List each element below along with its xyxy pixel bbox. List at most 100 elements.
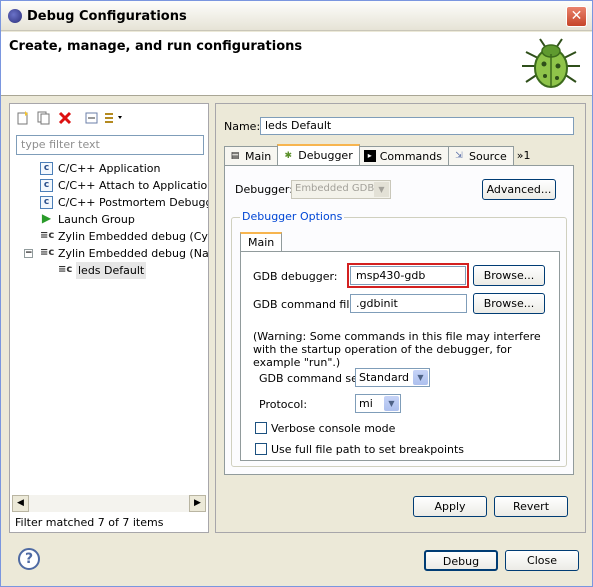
chevron-down-icon[interactable]: ▼ [384,396,399,411]
tab-overflow[interactable]: »1 [513,146,537,165]
commands-tab-icon: ▸ [363,150,376,162]
full-path-label: Use full file path to set breakpoints [271,443,465,456]
advanced-button[interactable]: Advanced... [482,179,556,200]
eclipse-icon [8,9,22,23]
delete-config-button[interactable] [56,109,74,127]
window-title: Debug Configurations [27,9,187,24]
verbose-label: Verbose console mode [271,422,396,435]
debug-configurations-window: Debug Configurations ✕ Create, manage, a… [0,0,593,587]
scroll-track[interactable] [29,495,189,512]
c-config-icon: c [40,196,53,209]
verbose-checkbox[interactable] [255,422,267,434]
delete-icon [58,111,72,125]
gdb-debugger-input[interactable]: msp430-gdb [347,263,469,288]
tab-overflow-label: »1 [516,149,531,162]
tab-label: Commands [379,149,442,163]
debugger-tab-content: Debugger: Embedded GDB ▼ Advanced... Deb… [224,165,574,475]
tree-item-c-postmortem[interactable]: c C/C++ Postmortem Debugger [10,194,208,211]
chevron-down-icon[interactable]: ▼ [413,370,428,385]
debug-button[interactable]: Debug [424,550,498,571]
tree-item-label: C/C++ Postmortem Debugger [58,196,208,209]
close-button[interactable]: Close [505,550,579,571]
launch-group-icon: ▶ [41,211,52,225]
tree-item-label: Launch Group [58,213,135,226]
gdb-command-file-label: GDB command file: [253,298,360,311]
tab-main[interactable]: ▤ Main [224,146,279,165]
protocol-label: Protocol: [259,398,308,411]
tab-inner-main[interactable]: Main [240,232,283,252]
filter-input[interactable]: type filter text [16,135,204,155]
revert-button[interactable]: Revert [494,496,568,517]
debugger-options-body: GDB debugger: msp430-gdb Browse... GDB c… [240,251,560,461]
zylin-icon: ≡c [58,264,73,275]
zylin-icon: ≡c [40,230,55,241]
name-label: Name: [224,120,261,133]
tree-item-c-application[interactable]: c C/C++ Application [10,160,208,177]
tree-item-launch-group[interactable]: ▶ Launch Group [10,211,208,228]
config-toolbar [14,108,122,128]
tab-debugger[interactable]: ✱ Debugger [277,144,360,165]
protocol-value: mi [359,397,373,410]
scroll-left-icon[interactable]: ◀ [12,495,29,512]
tab-label: Main [245,149,272,163]
main-tab-icon: ▤ [230,151,240,161]
scroll-right-icon[interactable]: ▶ [189,495,206,512]
debugger-label: Debugger: [235,183,293,196]
tree-item-label: leds Default [76,262,147,279]
tree-item-label: Zylin Embedded debug (Native) [58,247,208,260]
debugger-options-group: Debugger Options Main GDB debugger: msp4… [231,210,567,467]
configuration-editor-pane: Name: leds Default ▤ Main ✱ Debugger ▸ C… [215,103,586,533]
dialog-header: Create, manage, and run configurations [1,32,592,96]
zylin-icon: ≡c [40,247,55,258]
protocol-select[interactable]: mi ▼ [355,394,401,413]
close-window-button[interactable]: ✕ [566,6,587,27]
horizontal-scrollbar[interactable]: ◀ ▶ [12,495,206,512]
tree-item-zylin-cygwin[interactable]: ≡c Zylin Embedded debug (Cygwin) [10,228,208,245]
apply-button[interactable]: Apply [413,496,487,517]
browse-debugger-button[interactable]: Browse... [473,265,545,286]
help-icon[interactable]: ? [18,548,40,570]
tab-commands[interactable]: ▸ Commands [358,146,449,165]
tree-item-c-attach[interactable]: c C/C++ Attach to Application [10,177,208,194]
browse-command-file-button[interactable]: Browse... [473,293,545,314]
name-input[interactable]: leds Default [260,117,574,135]
c-config-icon: c [40,179,53,192]
configuration-list-pane: type filter text c C/C++ Application c C… [9,103,209,533]
debugger-select: Embedded GDB ▼ [291,180,391,199]
collapse-toggle-icon[interactable]: − [24,249,33,258]
debugger-select-value: Embedded GDB [295,183,375,194]
duplicate-config-button[interactable] [35,109,53,127]
command-set-label: GDB command set: [259,372,366,385]
c-config-icon: c [40,162,53,175]
duplicate-icon [37,111,50,125]
filter-icon [105,113,122,123]
new-config-button[interactable] [14,109,32,127]
filter-menu-button[interactable] [104,109,122,127]
command-set-value: Standard [359,371,410,384]
configuration-tree: c C/C++ Application c C/C++ Attach to Ap… [10,160,208,279]
full-path-checkbox[interactable] [255,443,267,455]
debugger-tab-icon: ✱ [284,150,293,161]
gdb-debugger-label: GDB debugger: [253,270,338,283]
tree-item-label: C/C++ Attach to Application [58,179,208,192]
gdb-command-file-input[interactable]: .gdbinit [350,294,467,313]
new-icon [17,111,28,125]
tree-item-label: Zylin Embedded debug (Cygwin) [58,230,208,243]
title-bar: Debug Configurations ✕ [1,1,592,31]
command-set-select[interactable]: Standard ▼ [355,368,430,387]
filter-status: Filter matched 7 of 7 items [15,516,164,529]
config-tabs: ▤ Main ✱ Debugger ▸ Commands ⇲ Source »1 [224,144,537,166]
tree-item-zylin-native[interactable]: − ≡c Zylin Embedded debug (Native) [10,245,208,262]
collapse-all-icon [85,112,98,124]
source-tab-icon: ⇲ [455,151,463,161]
tab-label: Debugger [298,149,353,162]
tab-source[interactable]: ⇲ Source [448,146,514,165]
chevron-down-icon: ▼ [374,182,389,197]
tree-item-label: C/C++ Application [58,162,161,175]
tab-label: Source [469,149,507,163]
group-title: Debugger Options [240,210,345,223]
collapse-all-button[interactable] [83,109,101,127]
command-file-warning: (Warning: Some commands in this file may… [253,330,541,369]
dialog-heading: Create, manage, and run configurations [9,39,303,54]
tree-item-leds-default[interactable]: ≡c leds Default [10,262,208,279]
